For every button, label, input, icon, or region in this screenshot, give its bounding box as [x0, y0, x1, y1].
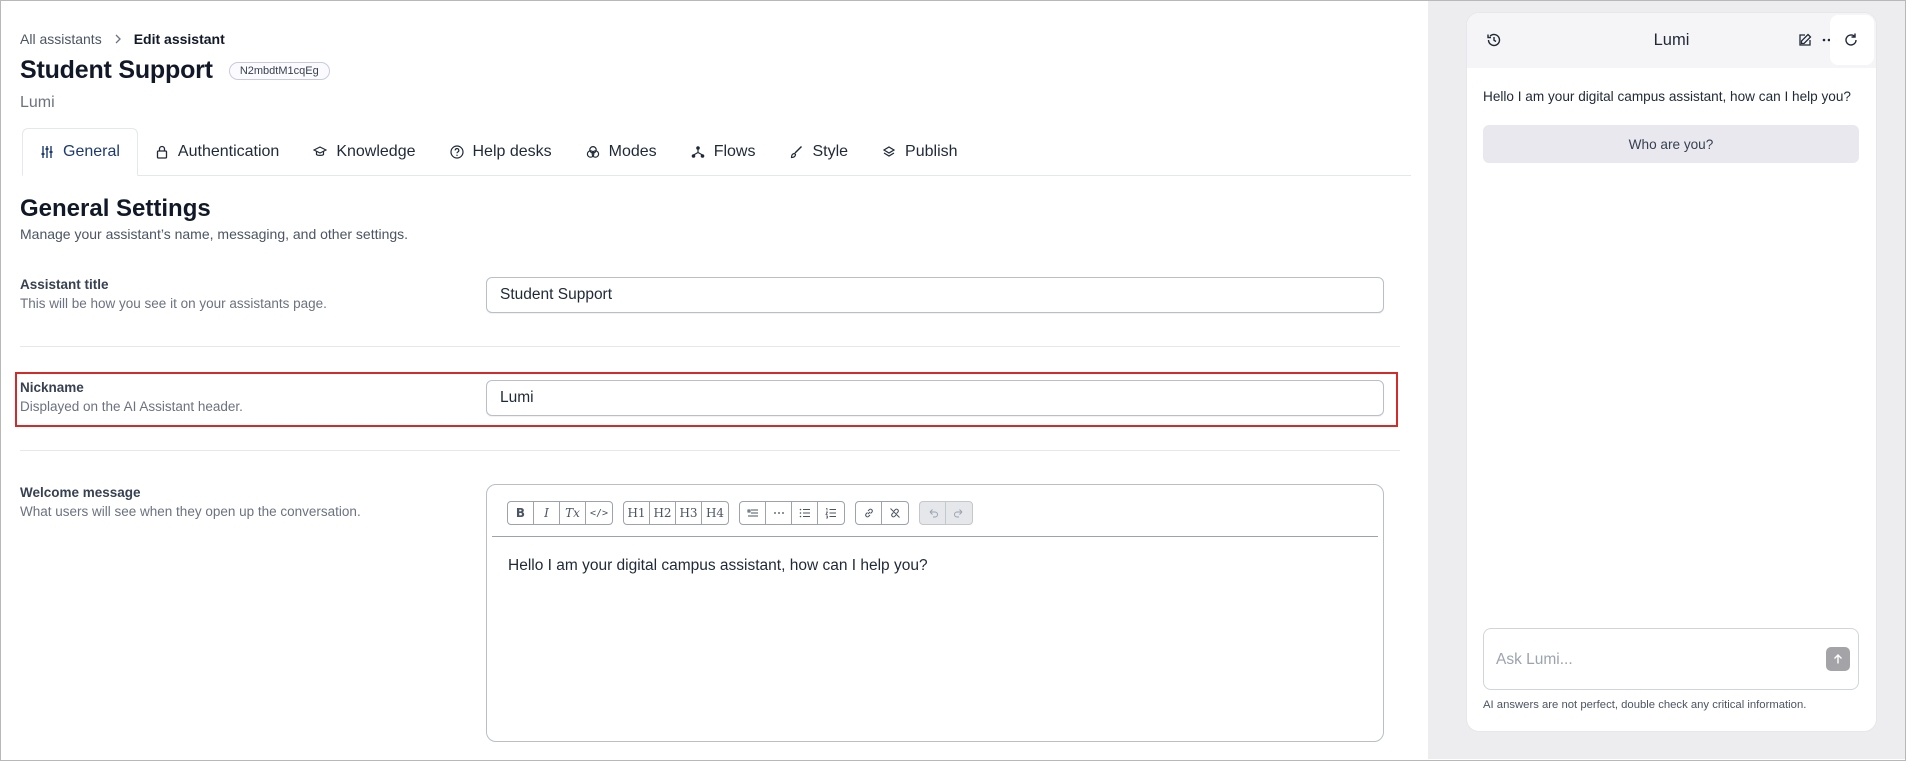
tab-knowledge[interactable]: Knowledge: [296, 128, 432, 175]
assistant-id-badge: N2mbdtM1cqEg: [228, 61, 330, 80]
ordered-list-button[interactable]: [818, 502, 844, 524]
tab-authentication[interactable]: Authentication: [138, 128, 296, 175]
heading3-button[interactable]: H3: [676, 502, 702, 524]
undo-button[interactable]: [920, 502, 946, 524]
redo-button[interactable]: [946, 502, 972, 524]
heading-group: H1 H2 H3 H4: [623, 501, 729, 525]
welcome-message-help: What users will see when they open up th…: [20, 504, 361, 519]
tab-style[interactable]: Style: [772, 128, 865, 175]
tab-publish[interactable]: Publish: [865, 128, 974, 175]
graduation-cap-icon: [313, 145, 328, 159]
chat-header: Lumi: [1467, 13, 1876, 68]
question-circle-icon: [449, 144, 464, 159]
undo-icon: [929, 509, 938, 518]
send-button[interactable]: [1826, 647, 1850, 671]
horizontal-rule-button[interactable]: [766, 502, 792, 524]
section-description: Manage your assistant’s name, messaging,…: [20, 226, 409, 242]
chat-input-box: [1483, 628, 1859, 690]
tab-bar: General Authentication Knowledge Help de…: [22, 128, 1411, 176]
chevron-right-icon: [114, 31, 122, 47]
page-title: Student Support: [20, 56, 213, 84]
refresh-icon[interactable]: [1841, 30, 1861, 50]
tab-label: Knowledge: [336, 142, 416, 160]
bold-button[interactable]: B: [508, 502, 534, 524]
tab-flows[interactable]: Flows: [674, 128, 773, 175]
assistant-title-input[interactable]: [486, 277, 1384, 313]
tab-general[interactable]: General: [22, 128, 138, 176]
assistant-nickname-subtitle: Lumi: [20, 94, 55, 111]
unlink-button[interactable]: [882, 502, 908, 524]
chat-preview: Lumi Hello I am your digital campus assi…: [1467, 13, 1876, 731]
bullet-list-icon: [799, 508, 810, 518]
tab-help-desks[interactable]: Help desks: [433, 128, 569, 175]
welcome-message-editor[interactable]: B I Tx </> H1 H2 H3 H4 Hello I am your d…: [486, 484, 1384, 742]
circles-icon: [586, 145, 600, 159]
tab-label: Flows: [713, 142, 756, 160]
history-group: [919, 501, 973, 525]
lock-icon: [155, 145, 169, 159]
edit-icon[interactable]: [1795, 30, 1815, 50]
italic-button[interactable]: I: [534, 502, 560, 524]
nickname-input[interactable]: [486, 380, 1384, 416]
divider: [20, 346, 1400, 347]
heading1-button[interactable]: H1: [624, 502, 650, 524]
assistant-title-label: Assistant title: [20, 277, 109, 292]
bullet-list-button[interactable]: [792, 502, 818, 524]
tab-label: Modes: [608, 142, 657, 160]
blockquote-icon: [747, 509, 758, 517]
format-group: B I Tx </>: [507, 501, 613, 525]
brush-icon: [789, 145, 803, 159]
editor-divider: [492, 536, 1378, 537]
tab-label: Style: [812, 142, 849, 160]
suggestion-button[interactable]: Who are you?: [1483, 125, 1859, 163]
main-panel: All assistants Edit assistant Student Su…: [1, 1, 1427, 759]
unlink-icon: [890, 508, 900, 518]
welcome-message-content[interactable]: Hello I am your digital campus assistant…: [508, 557, 928, 575]
nickname-label: Nickname: [20, 380, 84, 395]
link-group: [855, 501, 909, 525]
chat-input[interactable]: [1496, 649, 1816, 671]
section-title: General Settings: [20, 195, 211, 222]
arrow-up-icon: [1834, 654, 1842, 664]
redo-icon: [954, 509, 963, 518]
blockquote-button[interactable]: [740, 502, 766, 524]
link-button[interactable]: [856, 502, 882, 524]
welcome-message-label: Welcome message: [20, 485, 141, 500]
tab-label: General: [63, 143, 120, 160]
stack-icon: [882, 145, 896, 159]
editor-toolbar: B I Tx </> H1 H2 H3 H4: [507, 501, 973, 525]
breadcrumb-all-assistants[interactable]: All assistants: [20, 31, 102, 47]
code-button[interactable]: </>: [586, 502, 612, 524]
heading4-button[interactable]: H4: [702, 502, 728, 524]
tab-label: Help desks: [472, 142, 552, 160]
horizontal-rule-icon: [773, 512, 784, 514]
tab-label: Publish: [905, 142, 958, 160]
nickname-help: Displayed on the AI Assistant header.: [20, 399, 243, 414]
divider: [20, 450, 1400, 451]
breadcrumb-current: Edit assistant: [133, 31, 225, 47]
flow-icon: [691, 145, 705, 159]
block-group: [739, 501, 845, 525]
sliders-icon: [40, 145, 54, 159]
breadcrumb: All assistants Edit assistant: [20, 31, 225, 47]
assistant-title-help: This will be how you see it on your assi…: [20, 296, 327, 311]
clear-format-button[interactable]: Tx: [560, 502, 586, 524]
chat-welcome-message: Hello I am your digital campus assistant…: [1483, 89, 1851, 104]
link-icon: [864, 508, 873, 518]
tab-modes[interactable]: Modes: [569, 128, 674, 175]
heading2-button[interactable]: H2: [650, 502, 676, 524]
ai-disclaimer: AI answers are not perfect, double check…: [1483, 699, 1807, 711]
tab-label: Authentication: [177, 142, 280, 160]
ordered-list-icon: [825, 508, 836, 519]
title-row: Student Support N2mbdtM1cqEg: [20, 56, 330, 85]
